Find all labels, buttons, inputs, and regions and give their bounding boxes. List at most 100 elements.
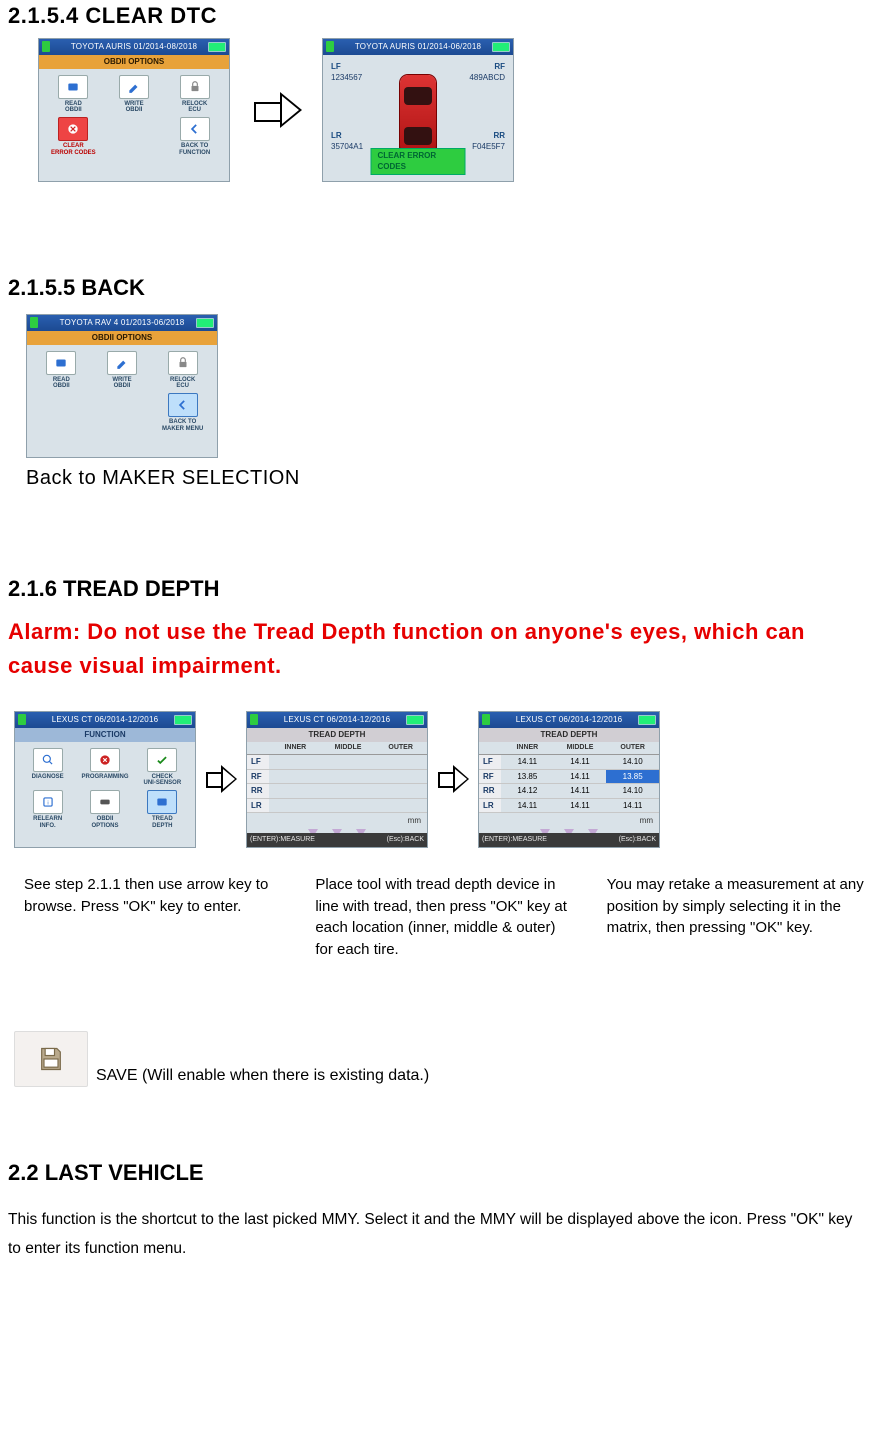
menu-item-icon: [90, 790, 120, 814]
menu-item-icon: [147, 748, 177, 772]
cell[interactable]: [322, 784, 375, 799]
cell[interactable]: 14.11: [501, 755, 554, 770]
menu-item-label: CLEAR ERROR CODES: [51, 143, 96, 156]
device-titlebar: LEXUS CT 06/2014-12/2016: [479, 712, 659, 728]
menu-item-icon: [119, 75, 149, 99]
device-titlebar: TOYOTA AURIS 01/2014-06/2018: [323, 39, 513, 55]
cell[interactable]: [269, 784, 322, 799]
cell[interactable]: 14.11: [606, 799, 659, 814]
menu-item-icon: [168, 393, 198, 417]
cell[interactable]: 13.85: [501, 770, 554, 785]
cell[interactable]: [374, 784, 427, 799]
cell[interactable]: [269, 799, 322, 814]
cell[interactable]: [322, 755, 375, 770]
menu-item-icon: [180, 117, 210, 141]
menu-item-label: OBDII OPTIONS: [91, 816, 118, 829]
enter-label: (ENTER):MEASURE: [482, 835, 547, 845]
menu-item[interactable]: OBDII OPTIONS: [78, 790, 131, 829]
menu-item-icon: [33, 748, 63, 772]
save-icon: [14, 1031, 88, 1087]
clear-error-codes-button[interactable]: CLEAR ERROR CODES: [371, 148, 466, 175]
menu-item[interactable]: BACK TO FUNCTION: [166, 117, 223, 156]
menu-item[interactable]: WRITE OBDII: [94, 351, 151, 390]
col-header: INNER: [269, 742, 322, 754]
tread-depth-empty-screen: LEXUS CT 06/2014-12/2016 TREAD DEPTH INN…: [246, 711, 428, 848]
unit-label: mm: [640, 815, 653, 827]
battery-icon: [406, 715, 424, 725]
menu-item[interactable]: CLEAR ERROR CODES: [45, 117, 102, 156]
menu-item-icon: [90, 748, 120, 772]
menu-item[interactable]: PROGRAMMING: [78, 748, 131, 787]
esc-label: (Esc):BACK: [387, 835, 424, 845]
menu-item[interactable]: RELOCK ECU: [166, 75, 223, 114]
menu-item[interactable]: BACK TO MAKER MENU: [154, 393, 211, 432]
obdii-options-screen: TOYOTA AURIS 01/2014-08/2018 OBDII OPTIO…: [38, 38, 230, 182]
menu-item-icon: [147, 790, 177, 814]
cell[interactable]: 14.10: [606, 755, 659, 770]
cell[interactable]: [322, 770, 375, 785]
menu-item[interactable]: WRITE OBDII: [106, 75, 163, 114]
device-titlebar: TOYOTA AURIS 01/2014-08/2018: [39, 39, 229, 55]
tread-depth-alarm: Alarm: Do not use the Tread Depth functi…: [8, 615, 868, 683]
cell[interactable]: 14.10: [606, 784, 659, 799]
col-header: INNER: [501, 742, 554, 754]
cell[interactable]: 14.11: [501, 799, 554, 814]
caption-1: See step 2.1.1 then use arrow key to bro…: [24, 874, 285, 961]
menu-item[interactable]: READ OBDII: [45, 75, 102, 114]
menu-item-label: CHECK UNI-SENSOR: [143, 774, 181, 787]
battery-icon: [638, 715, 656, 725]
cell[interactable]: 14.11: [554, 784, 607, 799]
cell[interactable]: 14.12: [501, 784, 554, 799]
menu-item[interactable]: TREAD DEPTH: [136, 790, 189, 829]
row-label: LR: [247, 799, 269, 814]
menu-item[interactable]: iRELEARN INFO.: [21, 790, 74, 829]
cell[interactable]: 13.85: [606, 770, 659, 785]
device-title: TOYOTA RAV 4 01/2013-06/2018: [60, 317, 185, 329]
screen-subtitle: TREAD DEPTH: [479, 728, 659, 742]
cell[interactable]: 14.11: [554, 755, 607, 770]
status-icon: [250, 714, 258, 725]
status-bar: (ENTER):MEASURE (Esc):BACK: [479, 833, 659, 847]
tire-rf: RF489ABCD: [439, 61, 505, 84]
menu-item[interactable]: CHECK UNI-SENSOR: [136, 748, 189, 787]
esc-label: (Esc):BACK: [619, 835, 656, 845]
device-title: LEXUS CT 06/2014-12/2016: [516, 714, 623, 726]
menu-item[interactable]: RELOCK ECU: [154, 351, 211, 390]
device-title: LEXUS CT 06/2014-12/2016: [52, 714, 159, 726]
back-screen: TOYOTA RAV 4 01/2013-06/2018 OBDII OPTIO…: [26, 314, 218, 458]
device-titlebar: LEXUS CT 06/2014-12/2016: [247, 712, 427, 728]
row-label: RR: [247, 784, 269, 799]
heading-back: 2.1.5.5 BACK: [8, 272, 868, 304]
menu-item-label: RELOCK ECU: [170, 377, 195, 390]
clear-codes-car-screen: TOYOTA AURIS 01/2014-06/2018 LF1234567 R…: [322, 38, 514, 182]
menu-item-label: READ OBDII: [53, 377, 70, 390]
status-icon: [42, 41, 50, 52]
col-header: [247, 742, 269, 754]
status-icon: [18, 714, 26, 725]
battery-icon: [208, 42, 226, 52]
cell[interactable]: [269, 770, 322, 785]
cell[interactable]: [374, 755, 427, 770]
cell[interactable]: [374, 770, 427, 785]
arrow-right-icon: [248, 90, 304, 130]
caption-2: Place tool with tread depth device in li…: [315, 874, 576, 961]
status-icon: [326, 41, 334, 52]
row-label: LF: [479, 755, 501, 770]
row-label: RF: [247, 770, 269, 785]
cell[interactable]: 14.11: [554, 799, 607, 814]
col-header: MIDDLE: [322, 742, 375, 754]
cell[interactable]: [322, 799, 375, 814]
cell[interactable]: [269, 755, 322, 770]
menu-item[interactable]: READ OBDII: [33, 351, 90, 390]
cell[interactable]: 14.11: [554, 770, 607, 785]
menu-item[interactable]: DIAGNOSE: [21, 748, 74, 787]
screen-subtitle: FUNCTION: [15, 728, 195, 742]
menu-item-label: WRITE OBDII: [124, 101, 143, 114]
menu-item-label: RELOCK ECU: [182, 101, 207, 114]
row-label: LR: [479, 799, 501, 814]
row-label: RR: [479, 784, 501, 799]
clear-dtc-row: TOYOTA AURIS 01/2014-08/2018 OBDII OPTIO…: [38, 38, 868, 182]
status-icon: [482, 714, 490, 725]
cell[interactable]: [374, 799, 427, 814]
screen-subtitle: TREAD DEPTH: [247, 728, 427, 742]
